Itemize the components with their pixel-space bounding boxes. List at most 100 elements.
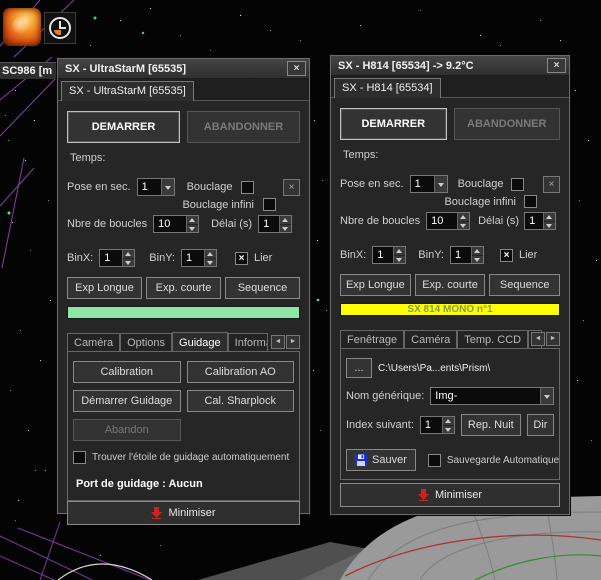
spinner-up-icon[interactable] [458, 213, 469, 221]
next-index-spinner[interactable]: 1 [420, 416, 455, 434]
device-tab-row: SX - UltraStarM [65535] [58, 79, 309, 101]
spinner-up-icon[interactable] [443, 417, 454, 425]
desktop: SC986 [m SX - UltraStarM [65535] × SX - … [0, 0, 601, 580]
spinner-down-icon[interactable] [472, 255, 483, 264]
demarrer-button[interactable]: DEMARRER [340, 108, 447, 140]
loop-cancel-button[interactable]: × [283, 179, 300, 196]
biny-label: BinY: [418, 249, 444, 261]
camera-tabs: Fenêtrage Caméra Temp. CCD Optio ◄ ► [340, 329, 560, 348]
bouclage-infini-checkbox[interactable] [263, 198, 276, 211]
minimize-button[interactable]: Minimiser [67, 501, 300, 525]
binx-label: BinX: [340, 249, 366, 261]
spinner-up-icon[interactable] [544, 213, 555, 221]
tab-camera[interactable]: Caméra [404, 330, 457, 348]
spinner-up-icon[interactable] [472, 247, 483, 255]
calibration-button[interactable]: Calibration [73, 361, 181, 383]
lier-checkbox[interactable]: × [235, 252, 248, 265]
background-window-title[interactable]: SC986 [m [0, 62, 57, 79]
generic-name-label: Nom générique: [346, 390, 424, 402]
abandonner-button[interactable]: ABANDONNER [187, 111, 300, 143]
delay-label: Délai (s) [211, 218, 252, 230]
background-window-title-text: SC986 [m [2, 65, 52, 77]
spinner-up-icon[interactable] [280, 216, 291, 224]
cal-sharplock-button[interactable]: Cal. Sharplock [187, 390, 295, 412]
clock-icon[interactable] [44, 12, 76, 44]
exp-longue-button[interactable]: Exp Longue [67, 277, 142, 299]
bouclage-label: Bouclage [458, 178, 504, 190]
exp-courte-button[interactable]: Exp. courte [415, 274, 486, 296]
dir-button[interactable]: Dir [527, 414, 554, 436]
spinner-down-icon[interactable] [205, 258, 216, 267]
tab-scroll-left-icon[interactable]: ◄ [531, 332, 545, 346]
guidage-panel: Calibration Calibration AO Démarrer Guid… [67, 351, 300, 501]
close-icon[interactable]: × [547, 58, 566, 73]
window-titlebar[interactable]: SX - H814 [65534] -> 9.2°C × [331, 56, 569, 76]
device-tab[interactable]: SX - UltraStarM [65535] [61, 81, 194, 101]
binx-spinner[interactable]: 1 [99, 249, 135, 267]
bouclage-infini-checkbox[interactable] [524, 195, 537, 208]
tab-temp-ccd[interactable]: Temp. CCD [457, 330, 528, 348]
tab-scroll-left-icon[interactable]: ◄ [271, 335, 285, 349]
demarrer-button[interactable]: DEMARRER [67, 111, 180, 143]
lier-label: Lier [519, 249, 537, 261]
bouclage-checkbox[interactable] [511, 178, 524, 191]
tab-options[interactable]: Options [120, 333, 172, 351]
delay-spinner[interactable]: 1 [524, 212, 556, 230]
spinner-down-icon[interactable] [394, 255, 405, 264]
bouclage-checkbox[interactable] [241, 181, 254, 194]
close-icon[interactable]: × [287, 61, 306, 76]
lier-checkbox[interactable]: × [500, 249, 513, 262]
autosave-checkbox[interactable] [428, 454, 441, 467]
delay-spinner[interactable]: 1 [258, 215, 292, 233]
loop-cancel-button[interactable]: × [543, 176, 560, 193]
tab-information[interactable]: Information [228, 333, 268, 351]
device-tab[interactable]: SX - H814 [65534] [334, 78, 441, 98]
spinner-down-icon[interactable] [443, 425, 454, 434]
spinner-down-icon[interactable] [544, 221, 555, 230]
pose-select[interactable]: 1 [410, 175, 448, 193]
calibration-ao-button[interactable]: Calibration AO [187, 361, 295, 383]
minimize-button[interactable]: Minimiser [340, 483, 560, 507]
minimize-icon [151, 507, 162, 519]
spinner-down-icon[interactable] [123, 258, 134, 267]
spinner-up-icon[interactable] [187, 216, 198, 224]
camera-status-bar: SX 814 MONO n°1 [340, 303, 560, 316]
tab-fenetrage[interactable]: Fenêtrage [340, 330, 404, 348]
dropdown-icon[interactable] [540, 388, 553, 404]
prism-app-icon[interactable] [3, 8, 41, 46]
spinner-down-icon[interactable] [458, 221, 469, 230]
tab-scroll-right-icon[interactable]: ► [546, 332, 560, 346]
delay-label: Délai (s) [478, 215, 519, 227]
loops-spinner[interactable]: 10 [153, 215, 199, 233]
window-titlebar[interactable]: SX - UltraStarM [65535] × [58, 59, 309, 79]
generic-name-select[interactable]: Img- [430, 387, 554, 405]
sequence-button[interactable]: Sequence [225, 277, 300, 299]
biny-spinner[interactable]: 1 [450, 246, 484, 264]
abandonner-button[interactable]: ABANDONNER [454, 108, 561, 140]
dropdown-icon[interactable] [161, 179, 174, 195]
rep-nuit-button[interactable]: Rep. Nuit [461, 414, 521, 436]
minimize-label: Minimiser [168, 507, 215, 519]
spinner-down-icon[interactable] [280, 224, 291, 233]
exp-longue-button[interactable]: Exp Longue [340, 274, 411, 296]
biny-spinner[interactable]: 1 [181, 249, 217, 267]
binx-spinner[interactable]: 1 [372, 246, 406, 264]
pose-select[interactable]: 1 [137, 178, 175, 196]
tab-scroll-right-icon[interactable]: ► [286, 335, 300, 349]
sequence-button[interactable]: Sequence [489, 274, 560, 296]
save-button[interactable]: Sauver [346, 449, 416, 471]
exp-courte-button[interactable]: Exp. courte [146, 277, 221, 299]
ultrastar-camera-window: SX - UltraStarM [65535] × SX - UltraStar… [57, 58, 310, 514]
loops-spinner[interactable]: 10 [426, 212, 470, 230]
browse-button[interactable]: ... [346, 358, 372, 378]
demarrer-guidage-button[interactable]: Démarrer Guidage [73, 390, 181, 412]
spinner-up-icon[interactable] [123, 250, 134, 258]
tab-camera[interactable]: Caméra [67, 333, 120, 351]
spinner-down-icon[interactable] [187, 224, 198, 233]
dropdown-icon[interactable] [434, 176, 447, 192]
spinner-up-icon[interactable] [205, 250, 216, 258]
auto-guide-star-checkbox[interactable] [73, 451, 86, 464]
spinner-up-icon[interactable] [394, 247, 405, 255]
abandon-button[interactable]: Abandon [73, 419, 181, 441]
tab-guidage[interactable]: Guidage [172, 332, 228, 351]
